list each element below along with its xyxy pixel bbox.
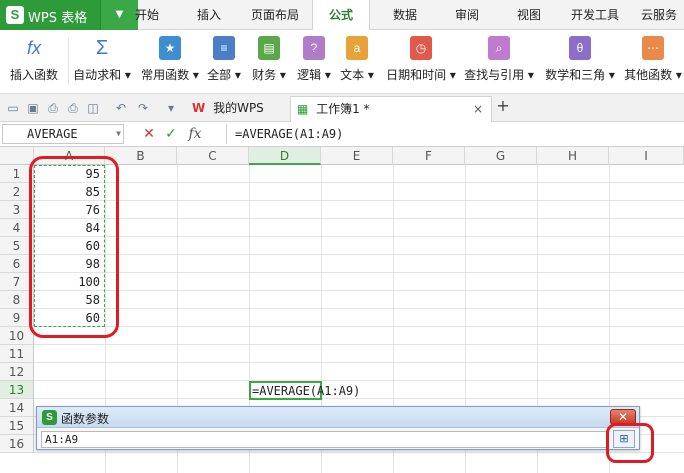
math-trig-functions-button[interactable]: θ 数学和三角 ▾: [540, 32, 620, 92]
formula-input[interactable]: =AVERAGE(A1:A9): [226, 124, 682, 144]
chevron-down-icon[interactable]: ▼: [116, 125, 121, 143]
tab-workbook1[interactable]: ▦ 工作簿1 * ×: [290, 96, 492, 122]
highlight-annotation: [606, 423, 654, 463]
redo-icon[interactable]: ↷: [136, 101, 150, 115]
gridline: [34, 236, 684, 237]
app-menu-button[interactable]: S WPS 表格 ▼: [0, 0, 138, 30]
gridline: [34, 182, 684, 183]
column-header-i[interactable]: I: [609, 147, 684, 165]
fx-icon[interactable]: fx: [186, 125, 204, 143]
highlight-annotation: [29, 156, 119, 338]
column-header-c[interactable]: C: [177, 147, 249, 165]
row-header-14[interactable]: 14: [0, 399, 34, 417]
gridline: [34, 290, 684, 291]
column-header-g[interactable]: G: [465, 147, 537, 165]
text-functions-button[interactable]: a 文本 ▾: [336, 32, 378, 92]
open-folder-icon[interactable]: ▭: [6, 101, 20, 115]
tab-cloud[interactable]: 云服务: [632, 0, 684, 30]
fx-icon: fx: [26, 38, 41, 58]
logical-functions-button[interactable]: ? 逻辑 ▾: [294, 32, 334, 92]
gridline: [34, 200, 684, 201]
save-icon[interactable]: ▣: [26, 101, 40, 115]
gridline: [34, 218, 684, 219]
tab-page-layout[interactable]: 页面布局: [244, 0, 306, 30]
sigma-icon: Σ: [95, 37, 109, 59]
gridline: [34, 326, 684, 327]
star-book-icon: ★: [159, 36, 181, 60]
autosum-button[interactable]: Σ 自动求和 ▾: [70, 32, 134, 92]
gridline: [34, 308, 684, 309]
dialog-title: 函数参数: [61, 412, 110, 426]
question-book-icon: ?: [303, 36, 325, 60]
gridline: [34, 362, 684, 363]
quick-access-bar: ▭ ▣ ⎙ ⎙ ◫ ↶ ↷ ▾ W 我的WPS × ▦ 工作簿1 * × +: [0, 94, 684, 139]
close-icon[interactable]: ×: [473, 97, 483, 121]
new-tab-icon[interactable]: +: [496, 98, 510, 114]
column-header-e[interactable]: E: [321, 147, 393, 165]
title-tab-bar: S WPS 表格 ▼ 开始 插入 页面布局 公式 数据 审阅 视图 开发工具 云…: [0, 0, 684, 31]
row-header-13[interactable]: 13: [0, 381, 34, 399]
print-preview-icon[interactable]: ◫: [86, 101, 100, 115]
tab-view[interactable]: 视图: [502, 0, 556, 30]
select-all-corner[interactable]: [0, 147, 34, 165]
column-header-d[interactable]: D: [249, 147, 321, 165]
tab-insert[interactable]: 插入: [182, 0, 236, 30]
undo-icon[interactable]: ↶: [114, 101, 128, 115]
tab-my-wps[interactable]: W 我的WPS ×: [186, 96, 282, 139]
cell-d13[interactable]: =AVERAGE(A1:A9): [252, 382, 360, 400]
wps-logo-icon: S: [6, 6, 24, 24]
function-arguments-dialog: S 函数参数 ✕ A1:A9 ⊞: [36, 406, 640, 450]
tab-start[interactable]: 开始: [120, 0, 174, 30]
gridline: [34, 344, 684, 345]
insert-function-button[interactable]: fx 插入函数: [4, 32, 64, 92]
text-book-icon: a: [346, 36, 368, 60]
wps-logo-icon: W: [192, 101, 206, 115]
common-functions-button[interactable]: ★ 常用函数 ▾: [138, 32, 202, 92]
row-header-12[interactable]: 12: [0, 363, 34, 381]
date-time-functions-button[interactable]: ◷ 日期和时间 ▾: [380, 32, 462, 92]
search-book-icon: ⌕: [488, 36, 510, 60]
column-header-h[interactable]: H: [537, 147, 609, 165]
row-header-11[interactable]: 11: [0, 345, 34, 363]
book-icon: ≡: [213, 36, 235, 60]
tab-data[interactable]: 数据: [378, 0, 432, 30]
confirm-icon[interactable]: ✓: [162, 125, 180, 143]
customize-toolbar-icon[interactable]: ▾: [164, 101, 178, 115]
app-name: WPS 表格: [28, 11, 88, 26]
row-header-10[interactable]: 10: [0, 327, 34, 345]
cancel-icon[interactable]: ✕: [140, 125, 158, 143]
ribbon-divider: [68, 38, 69, 84]
sheet-icon: ▦: [297, 102, 309, 116]
dialog-title-bar[interactable]: S 函数参数 ✕: [37, 407, 639, 428]
range-input[interactable]: A1:A9: [41, 431, 607, 448]
lookup-reference-functions-button[interactable]: ⌕ 查找与引用 ▾: [462, 32, 536, 92]
gridline: [34, 452, 684, 453]
clock-book-icon: ◷: [410, 36, 432, 60]
print-icon[interactable]: ⎙: [66, 101, 80, 115]
all-functions-button[interactable]: ≡ 全部 ▾: [204, 32, 244, 92]
column-header-f[interactable]: F: [393, 147, 465, 165]
tab-developer[interactable]: 开发工具: [564, 0, 626, 30]
export-pdf-icon[interactable]: ⎙: [46, 101, 60, 115]
other-functions-button[interactable]: ⋯ 其他函数 ▾: [622, 32, 684, 92]
formula-bar: AVERAGE ▼ ✕ ✓ fx =AVERAGE(A1:A9): [0, 122, 684, 147]
tab-formulas[interactable]: 公式: [312, 0, 370, 31]
row-header-16[interactable]: 16: [0, 435, 34, 453]
theta-book-icon: θ: [569, 36, 591, 60]
gridline: [34, 380, 684, 381]
ribbon: fx 插入函数 Σ 自动求和 ▾ ★ 常用函数 ▾ ≡ 全部 ▾ ▤ 财务 ▾ …: [0, 30, 684, 94]
gridline: [34, 272, 684, 273]
name-box[interactable]: AVERAGE ▼: [2, 124, 124, 144]
financial-functions-button[interactable]: ▤ 财务 ▾: [248, 32, 290, 92]
wps-logo-icon: S: [42, 410, 57, 425]
tab-review[interactable]: 审阅: [440, 0, 494, 30]
row-header-15[interactable]: 15: [0, 417, 34, 435]
gridline: [34, 254, 684, 255]
more-book-icon: ⋯: [642, 36, 664, 60]
finance-book-icon: ▤: [258, 36, 280, 60]
